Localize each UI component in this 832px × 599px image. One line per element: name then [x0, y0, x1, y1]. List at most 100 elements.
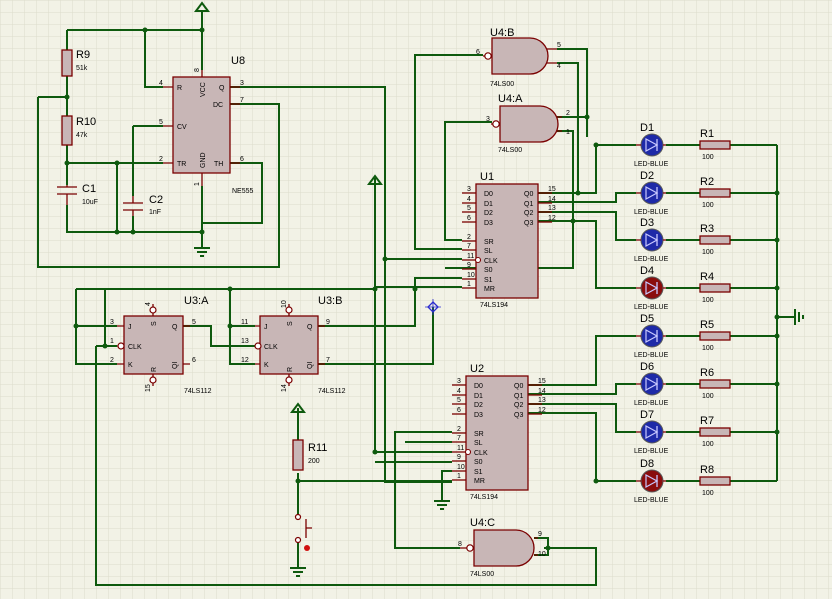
u3b-type: 74LS112 [318, 388, 346, 395]
c2-ref: C2 [149, 194, 163, 206]
led-value: LED-BLUE [634, 256, 669, 263]
resistor-ref: R7 [700, 415, 714, 427]
u3b-pin-13: 13 [241, 338, 249, 345]
u8-ref: U8 [231, 55, 245, 67]
r11-value: 200 [308, 458, 320, 465]
r10-ref: R10 [76, 116, 96, 128]
u8-pin-4: 4 [159, 80, 163, 87]
resistor-value: 100 [702, 345, 714, 352]
u1-pin-11: 11 [467, 253, 474, 260]
u3b-label-j: J [264, 324, 268, 331]
u8-pin-7: 7 [240, 97, 244, 104]
u2-pin-12: 12 [538, 407, 546, 414]
schematic-canvas[interactable]: U8 NE555 R CV TR DC TH Q VCC GND 4 5 2 3… [0, 0, 832, 599]
u8-pin-label-tr: TR [177, 161, 186, 168]
resistor-value: 100 [702, 393, 714, 400]
u3a-label-s: S [151, 321, 158, 326]
led-ref: D3 [640, 217, 654, 229]
u1-label-d2: D2 [484, 210, 493, 217]
u4c-pin-8: 8 [458, 541, 462, 548]
u3a-pin-4: 4 [145, 302, 152, 306]
u3b-pin-11: 11 [241, 319, 248, 326]
resistor-ref: R4 [700, 271, 714, 283]
c1-ref: C1 [82, 183, 96, 195]
u3a-label-clk: CLK [128, 344, 142, 351]
u8-pin-label-r: R [177, 85, 182, 92]
u1-label-clk: CLK [484, 258, 498, 265]
u2-label-q1: Q1 [514, 393, 523, 400]
resistor-ref: R3 [700, 223, 714, 235]
u3a-pin-15: 15 [145, 384, 152, 392]
u2-label-s1: S1 [474, 469, 483, 476]
u2-label-d3: D3 [474, 412, 483, 419]
u2-label-mr: MR [474, 478, 485, 485]
u3a-label-j: J [128, 324, 132, 331]
u4c-pin-10: 10 [538, 551, 546, 558]
u2-label-s0: S0 [474, 459, 483, 466]
u2-pin-9: 9 [457, 454, 461, 461]
u3b-pin-7: 7 [326, 357, 330, 364]
u3b-pin-14: 14 [281, 384, 288, 392]
u1-label-s1: S1 [484, 277, 493, 284]
resistor-value: 100 [702, 249, 714, 256]
u4b-type: 74LS00 [490, 81, 514, 88]
u8-pin-label-q: Q [219, 85, 225, 92]
led-value: LED-BLUE [634, 161, 669, 168]
u8-pin-8: 8 [194, 68, 201, 72]
u2-label-d1: D1 [474, 393, 483, 400]
u2-pin-4: 4 [457, 388, 461, 395]
u1-label-d0: D0 [484, 191, 493, 198]
u4a-pin-3: 3 [486, 116, 490, 123]
u3b-label-q: Q [307, 324, 313, 331]
led-value: LED-BLUE [634, 352, 669, 359]
u8-pin-label-dc: DC [213, 102, 223, 109]
u1-pin-5: 5 [467, 205, 471, 212]
led-ref: D7 [640, 409, 654, 421]
led-ref: D6 [640, 361, 654, 373]
u8-pin-6: 6 [240, 156, 244, 163]
u4b-pin-4: 4 [557, 63, 561, 70]
u2-pin-11: 11 [457, 445, 464, 452]
led-ref: D5 [640, 313, 654, 325]
u2-label-sr: SR [474, 431, 484, 438]
u2-pin-5: 5 [457, 397, 461, 404]
c1-value: 10uF [82, 199, 98, 206]
u3a-pin-5: 5 [192, 319, 196, 326]
u4c-ref: U4:C [470, 517, 495, 529]
u1-label-sl: SL [484, 248, 493, 255]
u2-pin-15: 15 [538, 378, 546, 385]
resistor-ref: R1 [700, 128, 714, 140]
u3b-label-clk: CLK [264, 344, 278, 351]
u3a-pin-1: 1 [110, 338, 114, 345]
u4a-pin-1: 1 [566, 129, 570, 136]
u4c-pin-9: 9 [538, 531, 542, 538]
led-ref: D8 [640, 458, 654, 470]
led-value: LED-BLUE [634, 209, 669, 216]
u2-label-q0: Q0 [514, 383, 523, 390]
u2-pin-3: 3 [457, 378, 461, 385]
r9-ref: R9 [76, 49, 90, 61]
u2-pin-14: 14 [538, 388, 546, 395]
u1-label-s0: S0 [484, 267, 493, 274]
resistor-value: 100 [702, 297, 714, 304]
u3b-ref: U3:B [318, 295, 342, 307]
resistor-ref: R6 [700, 367, 714, 379]
u2-pin-7: 7 [457, 435, 461, 442]
u3b-pin-9: 9 [326, 319, 330, 326]
u1-pin-15: 15 [548, 186, 556, 193]
u1-label-d1: D1 [484, 201, 493, 208]
led-ref: D1 [640, 122, 654, 134]
u1-pin-1: 1 [467, 281, 471, 288]
resistor-value: 100 [702, 490, 714, 497]
u2-pin-10: 10 [457, 464, 465, 471]
u3b-label-s: S [287, 321, 294, 326]
u1-pin-10: 10 [467, 272, 475, 279]
u8-pin-label-cv: CV [177, 124, 187, 131]
resistor-ref: R2 [700, 176, 714, 188]
u1-pin-12: 12 [548, 215, 556, 222]
u1-pin-7: 7 [467, 243, 471, 250]
led-value: LED-BLUE [634, 400, 669, 407]
u3a-type: 74LS112 [184, 388, 212, 395]
r9-value: 51k [76, 65, 88, 72]
u1-label-q2: Q2 [524, 210, 533, 217]
